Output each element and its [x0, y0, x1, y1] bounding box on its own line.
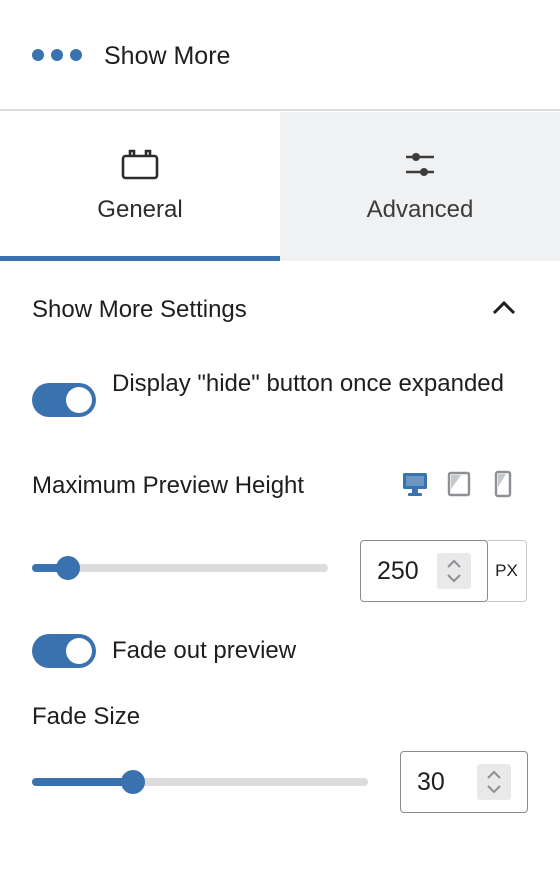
max-preview-height-value: 250 — [377, 557, 419, 585]
fade-size-input[interactable]: 30 — [400, 751, 528, 813]
slider-fill — [32, 778, 133, 786]
tab-advanced[interactable]: Advanced — [280, 112, 560, 261]
fade-size-label: Fade Size — [32, 703, 141, 730]
spinner-arrows-icon — [487, 770, 501, 794]
slider-thumb[interactable] — [120, 770, 145, 794]
more-dots-icon — [32, 48, 82, 62]
block-title: Show More — [104, 42, 231, 70]
number-spinner[interactable] — [437, 553, 471, 589]
chevron-up-icon[interactable] — [488, 293, 520, 323]
max-preview-height-input[interactable]: 250 — [360, 540, 488, 602]
toggle-knob — [66, 387, 92, 413]
toggle-knob — [66, 638, 92, 664]
max-preview-height-label: Maximum Preview Height — [32, 472, 305, 499]
spinner-arrows-icon — [447, 559, 461, 583]
hide-button-toggle[interactable] — [32, 383, 96, 417]
fade-size-value: 30 — [417, 768, 445, 796]
toolbox-icon — [121, 149, 159, 180]
fade-size-slider[interactable] — [32, 770, 368, 794]
hide-button-toggle-label: Display "hide" button once expanded — [112, 370, 504, 397]
section-title: Show More Settings — [32, 296, 247, 323]
mobile-icon[interactable] — [490, 470, 516, 498]
tablet-icon[interactable] — [446, 470, 472, 498]
tab-label: General — [97, 196, 183, 223]
tab-general[interactable]: General — [0, 112, 280, 261]
unit-selector[interactable]: PX — [487, 540, 527, 602]
max-preview-height-slider[interactable] — [32, 556, 328, 580]
number-spinner[interactable] — [477, 764, 511, 800]
slider-thumb[interactable] — [55, 556, 80, 580]
sliders-icon — [406, 153, 434, 176]
fade-preview-toggle-label: Fade out preview — [112, 637, 297, 664]
tab-label: Advanced — [366, 196, 474, 223]
desktop-icon[interactable] — [402, 470, 428, 498]
panel-header: Show More — [0, 0, 560, 111]
fade-preview-toggle[interactable] — [32, 634, 96, 668]
